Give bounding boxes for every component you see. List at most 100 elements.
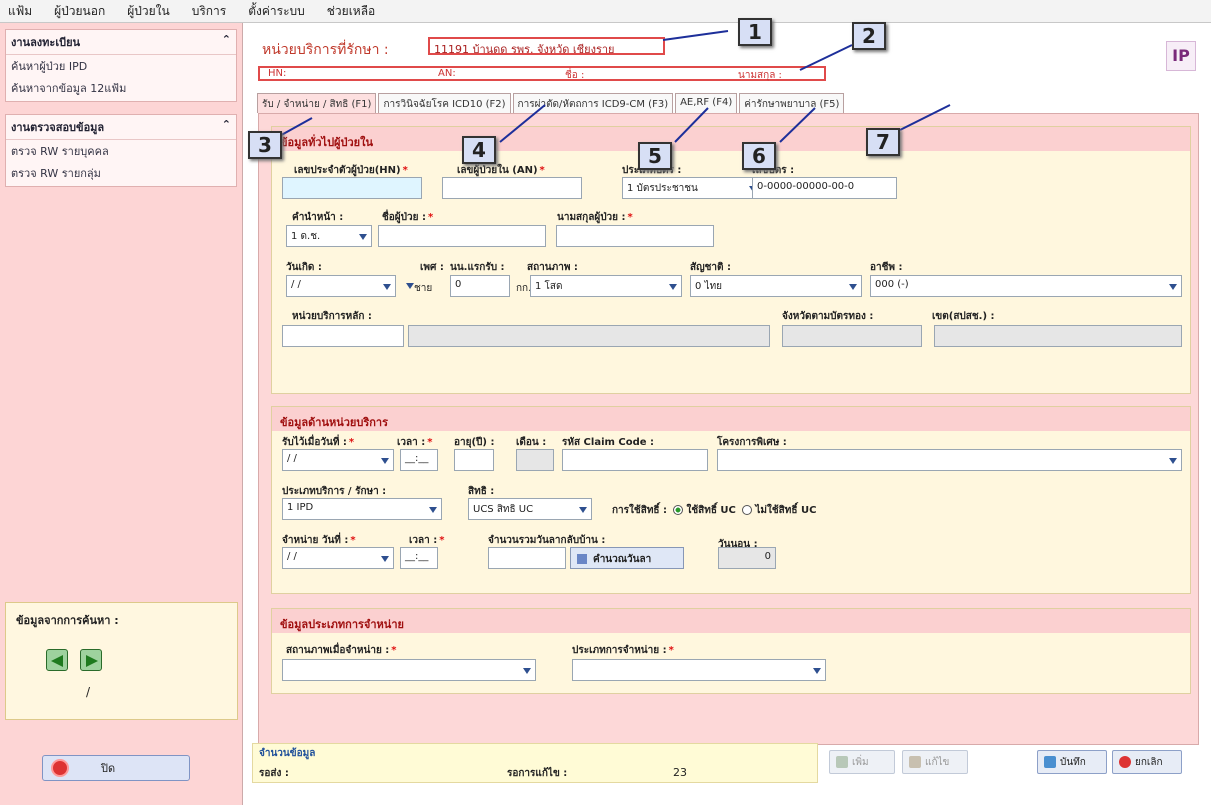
close-button-label: ปิด (101, 762, 116, 775)
hn-input[interactable] (282, 177, 422, 199)
discharge-date-input[interactable]: / / (282, 547, 394, 569)
add-button[interactable]: เพิ่ม (829, 750, 895, 774)
discharge-status-select[interactable] (282, 659, 536, 681)
right-select[interactable]: UCS สิทธิ UC (468, 498, 592, 520)
right-label: สิทธิ : (468, 486, 495, 497)
fname-input[interactable] (378, 225, 546, 247)
menu-file[interactable]: แฟ้ม (8, 2, 32, 21)
dob-label: วันเกิด : (286, 262, 322, 273)
label-text: ประเภทการจำหน่าย : (572, 645, 667, 656)
required-mark: * (539, 165, 545, 176)
tab-charges[interactable]: ค่ารักษาพยาบาล (F5) (739, 93, 845, 113)
sidebar-item-rw-group[interactable]: ตรวจ RW รายกลุ่ม (6, 162, 236, 186)
label-text: เลขประจำตัวผู้ป่วย(HN) (294, 165, 401, 176)
dob-input[interactable]: / / (286, 275, 396, 297)
sidebar-item-rw-individual[interactable]: ตรวจ RW รายบุคคล (6, 140, 236, 162)
sex-value: ชาย (414, 283, 433, 294)
age-input[interactable] (454, 449, 494, 471)
verify-group-header[interactable]: งานตรวจสอบข้อมูล ⌃ (6, 115, 236, 140)
tab-diagnosis[interactable]: การวินิจฉัยโรค ICD10 (F2) (378, 93, 511, 113)
record-pager: / (86, 685, 91, 699)
hn-field-label: เลขประจำตัวผู้ป่วย(HN) * (294, 163, 408, 178)
sidebar-item-search-ipd[interactable]: ค้นหาผู้ป่วย IPD (6, 55, 236, 77)
label-text: เลขผู้ป่วยใน (AN) (457, 165, 538, 176)
search-result-panel: ข้อมูลจากการค้นหา : / (5, 602, 238, 720)
los-field: 0 (718, 547, 776, 569)
menu-ipd[interactable]: ผู้ป่วยใน (127, 2, 169, 21)
main-unit-name-field (408, 325, 770, 347)
use-right-label: การใช้สิทธิ์ : (612, 505, 667, 516)
service-section: ข้อมูลด้านหน่วยบริการ รับไว้เมื่อวันที่ … (271, 406, 1191, 594)
tab-procedure[interactable]: การผ่าตัด/หัตถการ ICD9-CM (F3) (512, 93, 674, 113)
card-no-input[interactable]: 0-0000-00000-00-0 (752, 177, 897, 199)
marital-select[interactable]: 1 โสด (530, 275, 682, 297)
leave-days-input[interactable] (488, 547, 566, 569)
pending-value: 23 (673, 766, 687, 779)
cancel-icon (1119, 756, 1131, 768)
service-type-select[interactable]: 1 IPD (282, 498, 442, 520)
marital-label: สถานภาพ : (527, 262, 578, 273)
sex-label: เพศ : (420, 262, 444, 273)
card-type-select[interactable]: 1 บัตรประชาชน (622, 177, 762, 199)
cancel-button[interactable]: ยกเลิก (1112, 750, 1182, 774)
service-type-label: ประเภทบริการ / รักษา : (282, 486, 387, 497)
verify-group-title: งานตรวจสอบข้อมูล (11, 121, 105, 134)
weight-input[interactable]: 0 (450, 275, 510, 297)
discharge-time-input[interactable]: __:__ (400, 547, 438, 569)
discharge-date-label: จำหน่าย วันที่ : * (282, 533, 356, 548)
tab-ae-rf[interactable]: AE,RF (F4) (675, 93, 738, 113)
label-text: ชื่อผู้ป่วย : (382, 212, 426, 223)
required-mark: * (402, 165, 408, 176)
menu-settings[interactable]: ตั้งค่าระบบ (248, 2, 305, 21)
menu-service[interactable]: บริการ (192, 2, 227, 21)
save-button-label: บันทึก (1060, 756, 1086, 768)
registration-group-title: งานลงทะเบียน (11, 36, 81, 49)
not-use-uc-label: ไม่ใช้สิทธิ์ UC (755, 505, 817, 516)
sidebar-item-search-12files[interactable]: ค้นหาจากข้อมูล 12แฟ้ม (6, 77, 236, 101)
next-record-button[interactable] (80, 649, 102, 671)
section-title: ข้อมูลด้านหน่วยบริการ (272, 407, 1190, 431)
tab-admit-discharge[interactable]: รับ / จำหน่าย / สิทธิ (F1) (257, 93, 377, 113)
edit-button-label: แก้ไข (925, 756, 950, 768)
search-result-title: ข้อมูลจากการค้นหา : (16, 614, 119, 627)
admit-time-input[interactable]: __:__ (400, 449, 438, 471)
name-label: ชื่อ : (565, 70, 585, 81)
collapse-icon[interactable]: ⌃ (222, 118, 231, 136)
save-button[interactable]: บันทึก (1037, 750, 1107, 774)
add-button-label: เพิ่ม (852, 756, 869, 768)
not-use-uc-radio[interactable] (742, 505, 753, 515)
prev-record-button[interactable] (46, 649, 68, 671)
close-button[interactable]: ปิด (42, 755, 190, 781)
menu-help[interactable]: ช่วยเหลือ (327, 2, 376, 21)
registration-group-header[interactable]: งานลงทะเบียน ⌃ (6, 30, 236, 55)
edit-button[interactable]: แก้ไข (902, 750, 968, 774)
admit-date-input[interactable]: / / (282, 449, 394, 471)
menu-opd[interactable]: ผู้ป่วยนอก (54, 2, 105, 21)
calc-leave-button[interactable]: คำนวณวันลา (570, 547, 684, 569)
zone-label: เขต(สปสช.) : (932, 311, 995, 322)
callout-3: 3 (248, 131, 282, 159)
page-title: หน่วยบริการที่รักษา : (262, 42, 389, 58)
discharge-type-label: ประเภทการจำหน่าย : * (572, 643, 674, 658)
weight-unit: กก. (516, 283, 532, 294)
nation-select[interactable]: 0 ไทย (690, 275, 862, 297)
admit-time-label: เวลา : * (397, 435, 433, 450)
project-select[interactable] (717, 449, 1182, 471)
discharge-type-select[interactable] (572, 659, 826, 681)
leave-days-label: จำนวนรวมวันลากลับบ้าน : (488, 535, 606, 546)
admit-date-label: รับไว้เมื่อวันที่ : * (282, 435, 354, 450)
label-text: นามสกุลผู้ป่วย : (557, 212, 626, 223)
occupation-select[interactable]: 000 (-) (870, 275, 1182, 297)
province-field (782, 325, 922, 347)
use-uc-radio[interactable] (673, 505, 684, 515)
prefix-label: คำนำหน้า : (292, 212, 344, 223)
hospital-field: 11191 บ้านดด รพร. จังหวัด เชียงราย (428, 37, 665, 56)
claim-code-input[interactable] (562, 449, 708, 471)
prefix-select[interactable]: 1 ด.ช. (286, 225, 372, 247)
lname-input[interactable] (556, 225, 714, 247)
ip-logo-icon: IP (1166, 41, 1196, 71)
collapse-icon[interactable]: ⌃ (222, 33, 231, 51)
an-input[interactable] (442, 177, 582, 199)
main-unit-code-input[interactable] (282, 325, 404, 347)
label-text: จำหน่าย วันที่ : (282, 535, 349, 546)
